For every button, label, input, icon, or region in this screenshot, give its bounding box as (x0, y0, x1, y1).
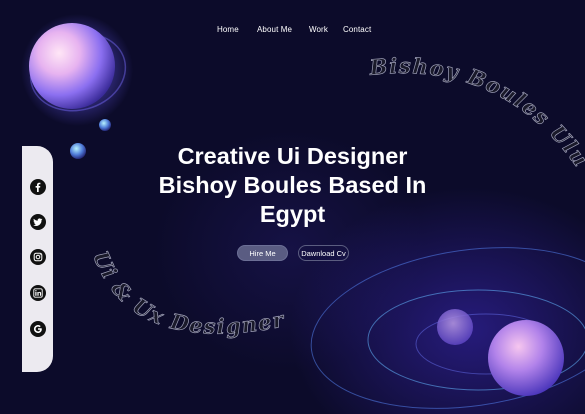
instagram-icon[interactable] (30, 249, 46, 265)
nav-about-link[interactable]: About Me (257, 25, 292, 34)
landing-page: Bishoy Boules Ulus Ui & Ux Designer Home… (0, 0, 585, 414)
hire-me-button[interactable]: Hire Me (237, 245, 288, 261)
hero-title-line-2: Bishoy Boules Based In (158, 172, 427, 198)
orb-bottom-right (488, 320, 564, 396)
ring-small (415, 313, 557, 375)
orb-ring (29, 32, 127, 112)
orb-small-right (99, 119, 111, 131)
nav-work-link[interactable]: Work (309, 25, 328, 34)
hero-title-line-3: Egypt (259, 201, 326, 227)
hero-title: Creative Ui Designer Bishoy Boules Based… (120, 142, 465, 229)
facebook-icon[interactable] (30, 179, 46, 195)
linkedin-icon[interactable] (30, 285, 46, 301)
social-sidebar (22, 146, 53, 372)
twitter-icon[interactable] (30, 214, 46, 230)
nav-contact-link[interactable]: Contact (343, 25, 371, 34)
download-cv-button[interactable]: Dawnload Cv (298, 245, 349, 261)
nav-home-link[interactable]: Home (217, 25, 239, 34)
top-navigation: Home About Me Work Contact (0, 25, 585, 37)
hero-title-line-1: Creative Ui Designer (177, 143, 408, 169)
orb-bottom-mid (437, 309, 473, 345)
google-icon[interactable] (30, 321, 46, 337)
ring-medium (367, 289, 585, 391)
orb-small-left (70, 143, 86, 159)
